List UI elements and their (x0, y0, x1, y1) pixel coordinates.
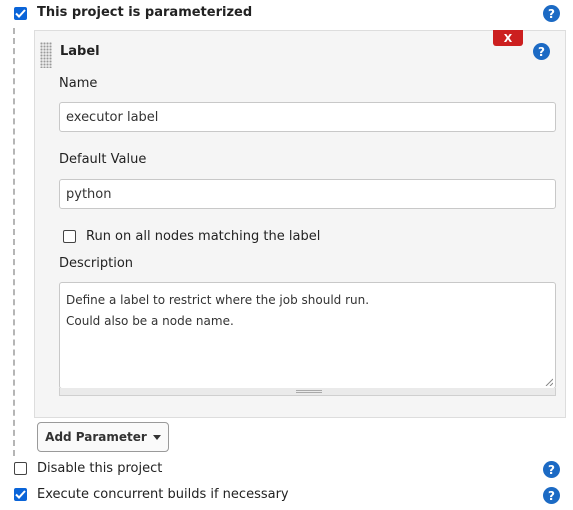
description-label: Description (59, 256, 134, 271)
delete-parameter-button[interactable]: X (493, 30, 523, 46)
textarea-resize-handle[interactable] (59, 388, 556, 396)
parameter-section-guide (13, 28, 15, 456)
parameterized-checkbox[interactable] (14, 7, 27, 20)
parameterized-label: This project is parameterized (37, 5, 253, 20)
concurrent-builds-label: Execute concurrent builds if necessary (37, 487, 289, 502)
default-value-label: Default Value (59, 152, 147, 167)
chevron-down-icon (152, 434, 161, 440)
help-icon[interactable]: ? (543, 487, 560, 504)
all-nodes-checkbox[interactable] (63, 230, 76, 243)
all-nodes-label: Run on all nodes matching the label (86, 229, 321, 244)
add-parameter-button[interactable]: Add Parameter (37, 422, 169, 452)
disable-project-label: Disable this project (37, 461, 163, 476)
help-icon[interactable]: ? (543, 5, 560, 22)
name-input[interactable]: executor label (59, 102, 556, 132)
add-parameter-label: Add Parameter (45, 430, 147, 444)
concurrent-builds-checkbox[interactable] (14, 488, 27, 501)
disable-project-checkbox[interactable] (14, 462, 27, 475)
description-line: Define a label to restrict where the job… (66, 293, 370, 307)
default-value-input[interactable]: python (59, 179, 556, 209)
name-label: Name (59, 76, 98, 91)
resize-grip-icon[interactable] (545, 378, 553, 386)
parameter-title: Label (60, 44, 100, 59)
drag-handle-icon[interactable] (40, 42, 52, 68)
help-icon[interactable]: ? (543, 461, 560, 478)
help-icon[interactable]: ? (533, 43, 550, 60)
description-line: Could also be a node name. (66, 314, 234, 328)
description-textarea[interactable]: Define a label to restrict where the job… (59, 282, 556, 389)
